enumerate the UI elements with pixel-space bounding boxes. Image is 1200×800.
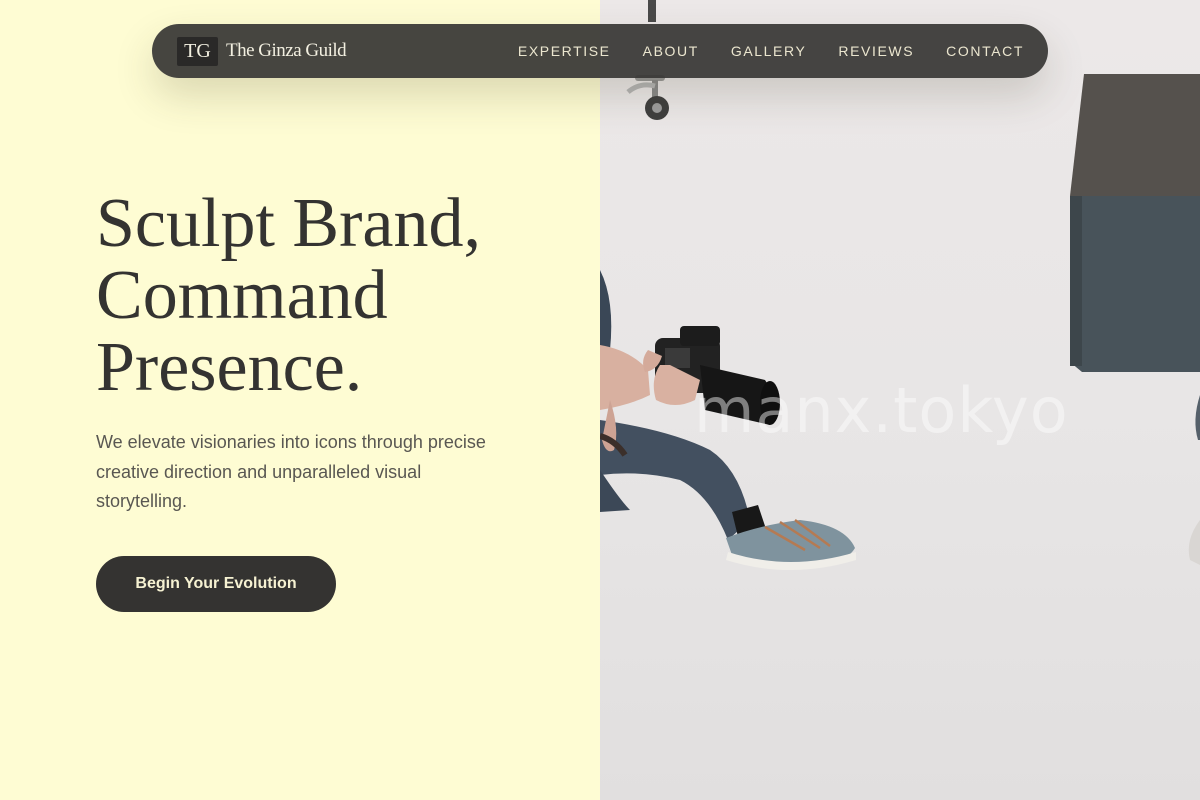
watermark-text: manx.tokyo: [694, 374, 1069, 447]
cube-graphic: [1070, 74, 1200, 372]
nav-link-reviews[interactable]: REVIEWS: [838, 43, 914, 59]
hero-subtitle: We elevate visionaries into icons throug…: [96, 432, 486, 511]
top-navigation: TG The Ginza Guild EXPERTISE ABOUT GALLE…: [152, 24, 1048, 78]
hero-photo: manx.tokyo: [600, 0, 1200, 800]
nav-link-about[interactable]: ABOUT: [643, 43, 699, 59]
hero-panel: Sculpt Brand, Command Presence. We eleva…: [0, 0, 600, 800]
nav-link-expertise[interactable]: EXPERTISE: [518, 43, 611, 59]
brand-logo-link[interactable]: TG The Ginza Guild: [177, 36, 347, 66]
begin-evolution-button[interactable]: Begin Your Evolution: [96, 556, 336, 612]
hero-title-line: Sculpt Brand,: [96, 185, 481, 262]
hero-title-line: Command: [96, 257, 388, 334]
hero-title: Sculpt Brand, Command Presence.: [96, 188, 576, 404]
nav-link-contact[interactable]: CONTACT: [946, 43, 1024, 59]
nav-link-gallery[interactable]: GALLERY: [731, 43, 807, 59]
hero-title-line: Presence.: [96, 329, 363, 406]
brand-monogram: TG: [177, 36, 218, 66]
page: Sculpt Brand, Command Presence. We eleva…: [0, 0, 1200, 800]
brand-name: The Ginza Guild: [226, 40, 347, 61]
nav-links: EXPERTISE ABOUT GALLERY REVIEWS CONTACT: [518, 43, 1024, 59]
